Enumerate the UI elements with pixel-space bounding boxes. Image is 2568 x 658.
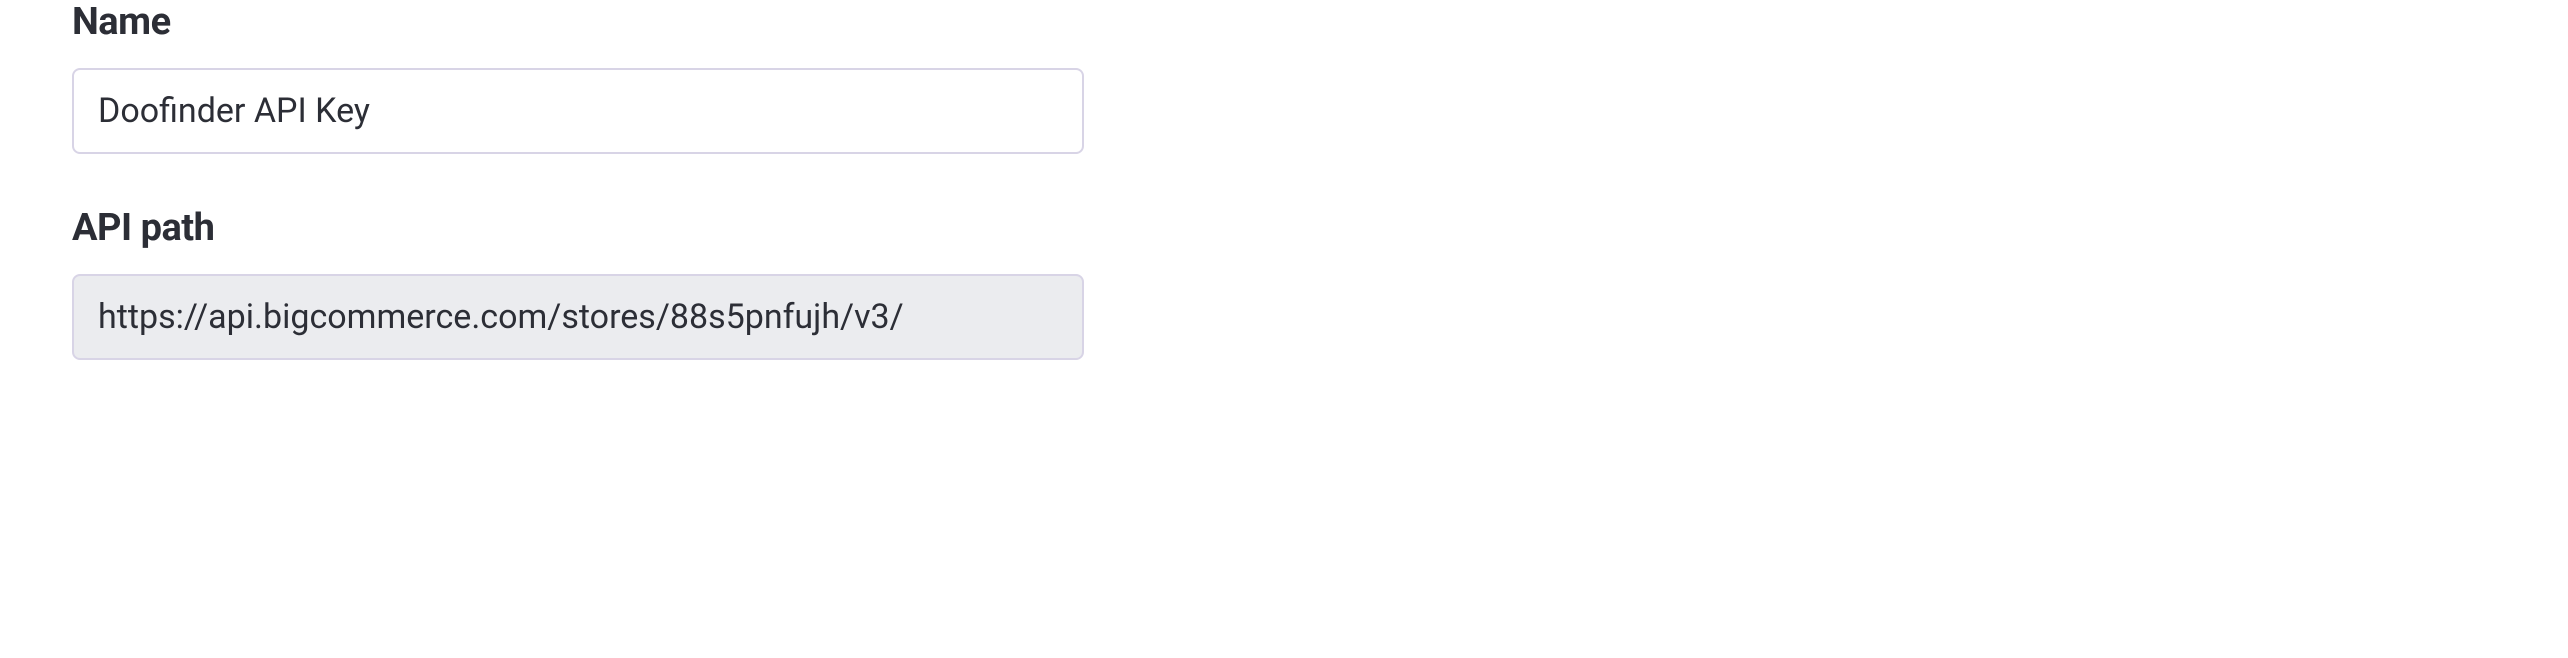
name-input[interactable]	[72, 68, 1084, 154]
name-label: Name	[72, 0, 2568, 44]
api-path-label: API path	[72, 206, 2568, 250]
api-path-field-group: API path https://api.bigcommerce.com/sto…	[72, 206, 2568, 360]
api-account-form: Name API path https://api.bigcommerce.co…	[0, 0, 2568, 360]
api-path-display: https://api.bigcommerce.com/stores/88s5p…	[72, 274, 1084, 360]
name-field-group: Name	[72, 0, 2568, 154]
